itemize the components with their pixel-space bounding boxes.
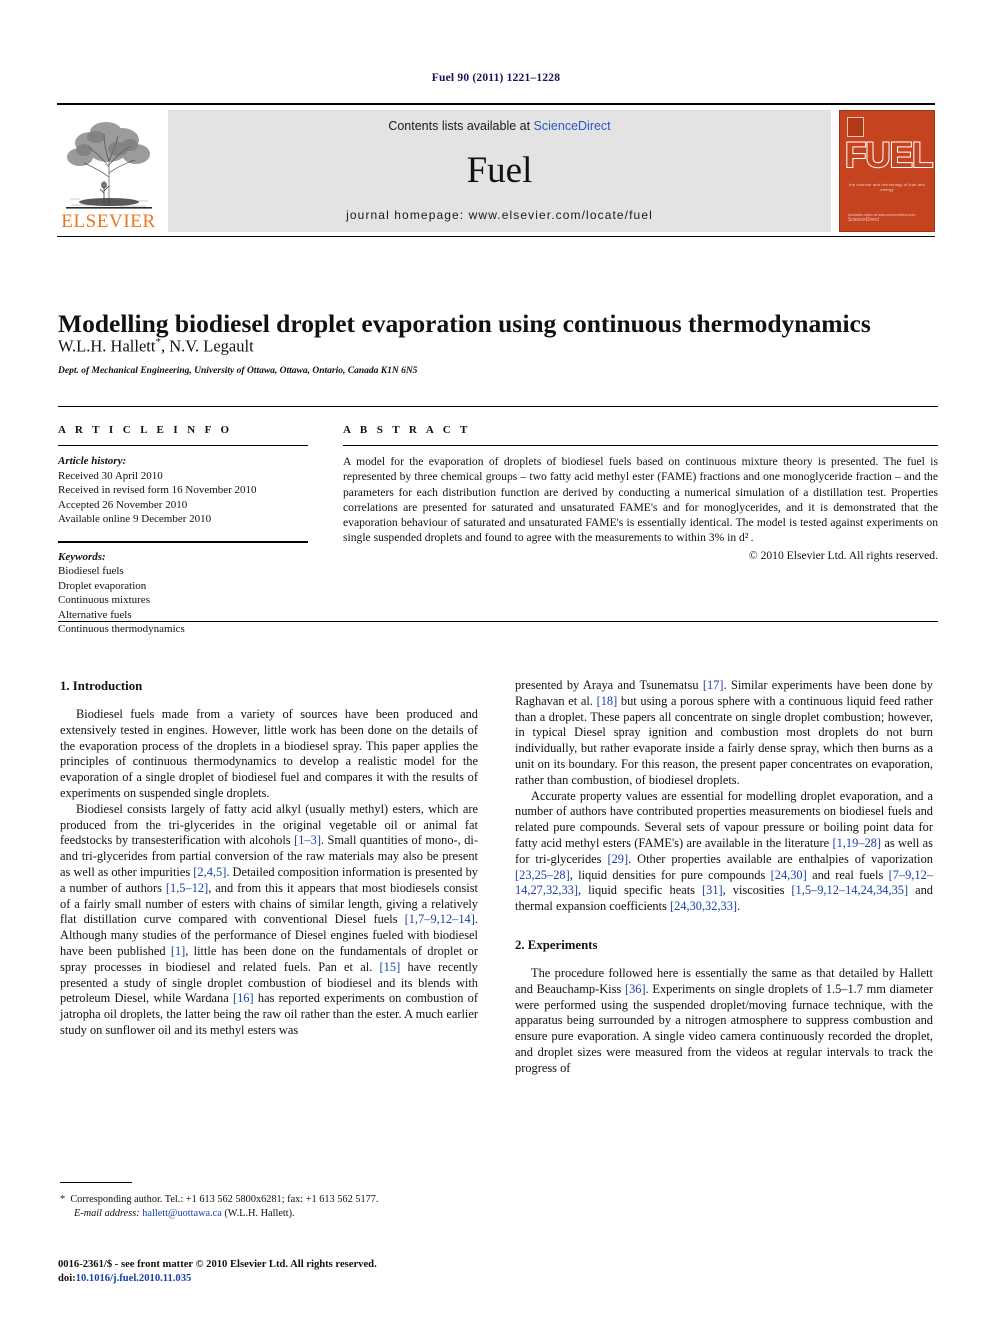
info-bottom-rule [58,621,938,622]
journal-center-band: Contents lists available at ScienceDirec… [168,110,831,232]
running-head: Fuel 90 (2011) 1221–1228 [431,72,561,84]
contents-prefix: Contents lists available at [388,119,534,133]
section-heading-introduction: 1. Introduction [60,679,143,693]
citation-ref[interactable]: [18] [597,694,618,708]
cover-elsevier-mark [847,117,864,137]
info-top-rule [58,406,938,407]
text-run: , liquid densities for pure compounds [569,867,771,882]
citation-ref[interactable]: [24,30] [771,868,807,882]
article-info-heading: A R T I C L E I N F O [58,424,233,436]
citation-ref[interactable]: [31] [702,883,723,897]
citation-ref[interactable]: [1,19–28] [832,836,881,850]
citation-ref[interactable]: [16] [233,991,254,1005]
text-run: and real fuels [806,867,889,882]
paragraph: presented by Araya and Tsunematsu [17]. … [515,678,933,789]
citation-ref[interactable]: [17] [703,678,724,692]
imprint-line: 0016-2361/$ - see front matter © 2010 El… [58,1259,377,1270]
doi-label: doi: [58,1272,76,1284]
author-secondary: , N.V. Legault [160,336,254,356]
body-column-right: presented by Araya and Tsunematsu [17] . … [515,678,933,1077]
abstract-column: A B S T R A C T A model for the evaporat… [343,424,938,563]
abstract-text: A model for the evaporation of droplets … [343,455,938,545]
keyword-item: Droplet evaporation [58,579,147,592]
keywords-divider [58,540,308,543]
text-run: . [737,899,741,914]
footnote-block: * Corresponding author. Tel.: +1 613 562… [60,1193,478,1220]
history-item: Received 30 April 2010 [58,469,163,482]
cover-footer: Available online at www.sciencedirect.co… [848,213,915,223]
paragraph: Biodiesel consists largely of fatty acid… [60,802,478,1039]
abstract-heading: A B S T R A C T [343,424,471,436]
citation-ref[interactable]: [1] [171,944,185,958]
body-column-left: 1. Introduction Biodiesel fuels made fro… [60,678,478,1039]
journal-cover-thumbnail[interactable]: FUEL the science and technology of fuel … [839,110,935,232]
citation-ref[interactable]: [24,30,32,33] [670,899,737,913]
affiliation: Dept. of Mechanical Engineering, Univers… [58,366,418,376]
email-link[interactable]: hallett@uottawa.ca [142,1208,222,1219]
history-item: Received in revised form 16 November 201… [58,484,257,496]
paragraph: Accurate property values are essential f… [515,789,933,915]
paper-page: Fuel 90 (2011) 1221–1228 ELSEVIER Conten… [0,0,992,1323]
text-run: presented by Araya and Tsunematsu [515,678,703,692]
article-history-label: Article history: [58,455,127,467]
citation-ref[interactable]: [29] [607,852,628,866]
article-info-column: A R T I C L E I N F O Article history: R… [58,424,308,637]
page-title: Modelling biodiesel droplet evaporation … [58,309,871,339]
elsevier-tree-icon [59,119,158,211]
text-run: . Other properties available are enthalp… [628,851,933,866]
citation-ref[interactable]: [1,5–9,12–14,24,34,35] [791,883,908,897]
journal-title: Fuel [466,149,533,191]
citation-ref[interactable]: [2,4,5] [193,865,226,879]
citation-ref[interactable]: [23,25–28] [515,868,570,882]
email-owner: (W.L.H. Hallett). [224,1207,295,1219]
keyword-item: Continuous thermodynamics [58,623,185,635]
citation-ref[interactable]: [36] [625,982,646,996]
text-run: Corresponding author. Tel.: +1 613 562 5… [70,1194,379,1205]
keywords-label: Keywords: [58,550,106,563]
elsevier-logo: ELSEVIER [57,110,160,232]
citation-ref[interactable]: [1,5–12] [166,881,208,895]
history-item: Available online 9 December 2010 [58,513,212,525]
keyword-item: Alternative fuels [58,608,132,621]
section-heading-experiments: 2. Experiments [515,937,598,952]
cover-tagline: the science and technology of fuel and e… [849,182,925,192]
footnote-star: * [60,1194,66,1205]
history-item: Accepted 26 November 2010 [58,498,188,511]
elsevier-wordmark: ELSEVIER [61,211,156,232]
citation-ref[interactable]: [1,7–9,12–14] [405,912,475,926]
citation-ref[interactable]: [15] [380,960,401,974]
doi-line: doi:10.1016/j.fuel.2010.11.035 [58,1272,498,1286]
header-top-rule [57,103,935,105]
doi-link[interactable]: 10.1016/j.fuel.2010.11.035 [76,1273,192,1284]
journal-homepage-link[interactable]: journal homepage: www.elsevier.com/locat… [346,208,653,222]
author-list: W.L.H. Hallett*, N.V. Legault [58,336,938,357]
article-info-divider [58,445,308,446]
contents-available-line: Contents lists available at ScienceDirec… [388,119,610,133]
text-run: , viscosities [722,883,792,898]
cover-footer-line2: ScienceDirect [848,217,879,223]
journal-header: ELSEVIER Contents lists available at Sci… [57,110,935,232]
abstract-copyright: © 2010 Elsevier Ltd. All rights reserved… [748,548,938,562]
header-bottom-rule [57,236,935,237]
text-run: , liquid specific heats [577,883,703,898]
imprint-block: 0016-2361/$ - see front matter © 2010 El… [58,1258,498,1285]
footnote-rule [60,1182,132,1183]
abstract-divider [343,445,938,446]
keyword-item: Biodiesel fuels [58,565,124,577]
keyword-item: Continuous mixtures [58,594,150,606]
corresponding-author-note: * Corresponding author. Tel.: +1 613 562… [60,1193,478,1207]
paragraph: Biodiesel fuels made from a variety of s… [60,707,478,800]
citation-ref[interactable]: [1–3] [294,833,321,847]
author-primary: W.L.H. Hallett [58,336,156,356]
sciencedirect-link[interactable]: ScienceDirect [534,119,611,133]
email-label: E-mail address: [74,1207,140,1219]
cover-fuel-title: FUEL [844,136,934,175]
email-note: E-mail address: hallett@uottawa.ca (W.L.… [60,1207,478,1221]
paragraph: The procedure followed here is essential… [515,966,933,1077]
